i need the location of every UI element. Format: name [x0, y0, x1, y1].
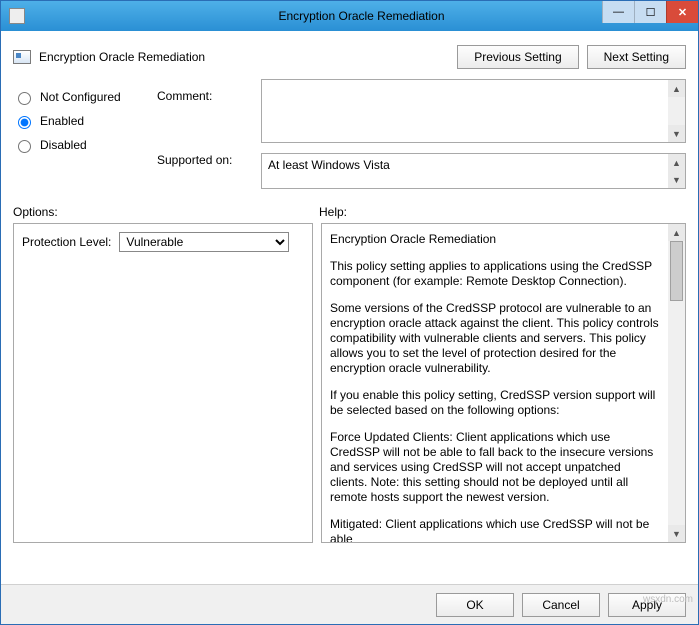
radio-enabled[interactable]: Enabled: [13, 113, 143, 129]
field-values: ▲ ▼ At least Windows Vista ▲ ▼: [261, 79, 686, 189]
radio-enabled-input[interactable]: [18, 116, 31, 129]
comment-label: Comment:: [157, 89, 247, 103]
header-row: Encryption Oracle Remediation Previous S…: [1, 31, 698, 79]
help-scrollbar[interactable]: ▲ ▼: [668, 224, 685, 542]
apply-button[interactable]: Apply: [608, 593, 686, 617]
field-labels: Comment: Supported on:: [157, 79, 247, 189]
scroll-down-icon[interactable]: ▼: [668, 525, 685, 542]
protection-level-select[interactable]: Vulnerable: [119, 232, 289, 252]
radio-not-configured[interactable]: Not Configured: [13, 89, 143, 105]
protection-level-label: Protection Level:: [22, 235, 111, 249]
protection-level-row: Protection Level: Vulnerable: [22, 232, 304, 252]
help-paragraph: Force Updated Clients: Client applicatio…: [330, 430, 661, 505]
help-paragraph: If you enable this policy setting, CredS…: [330, 388, 661, 418]
scroll-up-icon[interactable]: ▲: [668, 80, 685, 97]
config-area: Not Configured Enabled Disabled Comment:…: [1, 79, 698, 189]
radio-disabled[interactable]: Disabled: [13, 137, 143, 153]
radio-disabled-label: Disabled: [40, 138, 87, 152]
help-paragraph: This policy setting applies to applicati…: [330, 259, 661, 289]
help-paragraph: Mitigated: Client applications which use…: [330, 517, 661, 543]
scroll-down-icon[interactable]: ▼: [668, 171, 685, 188]
help-paragraph: Some versions of the CredSSP protocol ar…: [330, 301, 661, 376]
scroll-thumb[interactable]: [670, 241, 683, 301]
radio-enabled-label: Enabled: [40, 114, 84, 128]
titlebar: Encryption Oracle Remediation — ☐ ✕: [1, 1, 698, 31]
previous-setting-button[interactable]: Previous Setting: [457, 45, 578, 69]
radio-not-configured-input[interactable]: [18, 92, 31, 105]
options-pane: Protection Level: Vulnerable: [13, 223, 313, 543]
policy-icon: [13, 50, 31, 64]
supported-on-box: At least Windows Vista ▲ ▼: [261, 153, 686, 189]
window-title: Encryption Oracle Remediation: [25, 9, 698, 23]
help-pane: Encryption Oracle Remediation This polic…: [321, 223, 686, 543]
supported-on-label: Supported on:: [157, 153, 247, 167]
page-title: Encryption Oracle Remediation: [39, 50, 205, 64]
panes: Protection Level: Vulnerable Encryption …: [1, 223, 698, 543]
options-section-label: Options:: [13, 205, 319, 219]
next-setting-button[interactable]: Next Setting: [587, 45, 686, 69]
supported-scrollbar[interactable]: ▲ ▼: [668, 154, 685, 188]
radio-disabled-input[interactable]: [18, 140, 31, 153]
maximize-button[interactable]: ☐: [634, 1, 666, 23]
window-controls: — ☐ ✕: [602, 1, 698, 23]
minimize-button[interactable]: —: [602, 1, 634, 23]
state-radio-group: Not Configured Enabled Disabled: [13, 79, 143, 189]
scroll-up-icon[interactable]: ▲: [668, 154, 685, 171]
supported-on-value: At least Windows Vista: [268, 158, 390, 172]
section-labels: Options: Help:: [1, 189, 698, 223]
help-title: Encryption Oracle Remediation: [330, 232, 661, 247]
comment-scrollbar[interactable]: ▲ ▼: [668, 80, 685, 142]
app-icon: [9, 8, 25, 24]
radio-not-configured-label: Not Configured: [40, 90, 121, 104]
cancel-button[interactable]: Cancel: [522, 593, 600, 617]
dialog-footer: OK Cancel Apply: [1, 584, 698, 624]
scroll-down-icon[interactable]: ▼: [668, 125, 685, 142]
help-section-label: Help:: [319, 205, 347, 219]
scroll-up-icon[interactable]: ▲: [668, 224, 685, 241]
comment-textarea[interactable]: ▲ ▼: [261, 79, 686, 143]
ok-button[interactable]: OK: [436, 593, 514, 617]
help-text: Encryption Oracle Remediation This polic…: [330, 232, 661, 543]
close-button[interactable]: ✕: [666, 1, 698, 23]
